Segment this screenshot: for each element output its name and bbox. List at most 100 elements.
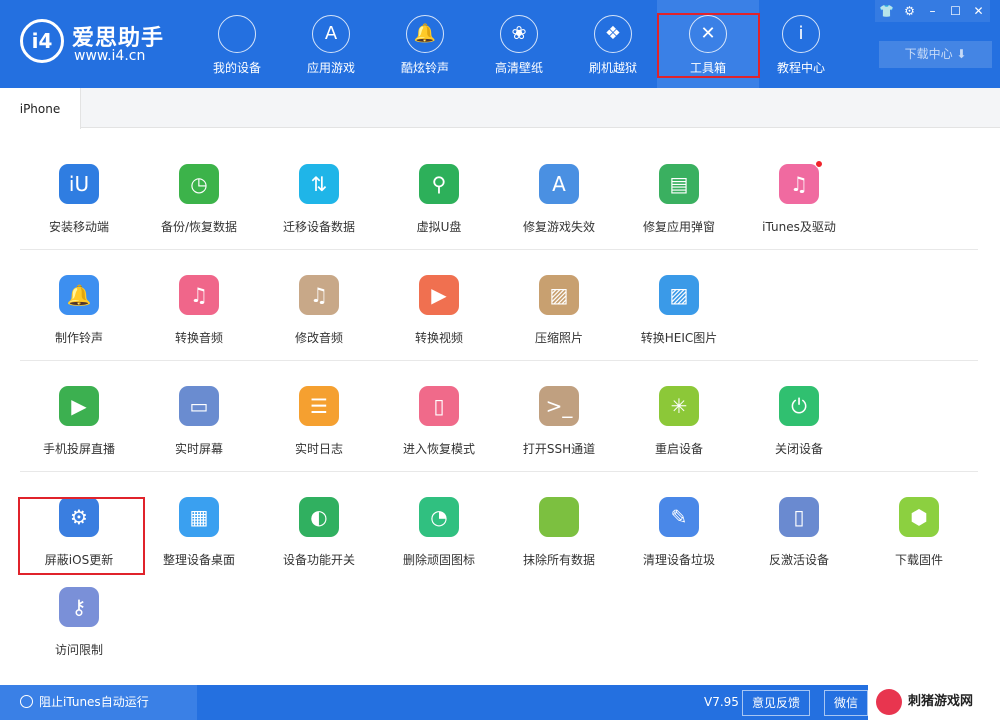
logo-mark: i4 [20, 19, 64, 63]
tool-label: 关闭设备 [774, 442, 823, 456]
row-divider [20, 471, 978, 472]
tool-label: 屏蔽iOS更新 [44, 553, 114, 567]
tool-icon: ✳ [659, 386, 699, 426]
tool-item[interactable]: ✎ 清理设备垃圾 [619, 497, 739, 577]
tool-icon: ⇅ [299, 164, 339, 204]
tool-item[interactable]: iU 安装移动端 [19, 164, 139, 244]
tool-item[interactable]: ⚙ 屏蔽iOS更新 [19, 497, 139, 577]
tool-glyph: ✳ [670, 394, 688, 418]
tool-item[interactable]: ⬢ 下载固件 [859, 497, 979, 577]
watermark-logo: 刺猪游戏网 [868, 684, 1000, 720]
tool-icon: ▶ [419, 275, 459, 315]
tool-item[interactable]: ⚲ 虚拟U盘 [379, 164, 499, 244]
tool-icon: ☰ [299, 386, 339, 426]
nav-label: 工具箱 [689, 61, 726, 75]
tool-icon: 🔔 [59, 275, 99, 315]
tool-icon: ♫ [779, 160, 823, 204]
tool-icon: ▨ [539, 275, 579, 315]
tool-item[interactable]: ▭ 实时屏幕 [139, 386, 259, 466]
tool-item[interactable]: ♫ 转换音频 [139, 275, 259, 355]
tool-icon: iU [59, 164, 99, 204]
nav-bell[interactable]: 🔔 酷炫铃声 [375, 0, 475, 88]
nav-info[interactable]: i 教程中心 [751, 0, 851, 88]
nav-flower[interactable]: ❀ 高清壁纸 [469, 0, 569, 88]
radio-icon [20, 695, 33, 708]
tool-item[interactable]: ▯ 进入恢复模式 [379, 386, 499, 466]
tool-item[interactable]: ▤ 修复应用弹窗 [619, 164, 739, 244]
tool-label: 设备功能开关 [282, 553, 355, 567]
tool-item[interactable]: ▨ 压缩照片 [499, 275, 619, 355]
nav-apple[interactable]: 我的设备 [187, 0, 287, 88]
tool-item[interactable]: ☰ 实时日志 [259, 386, 379, 466]
skin-button[interactable]: 👕 [875, 0, 898, 22]
wechat-button[interactable]: 微信 [824, 690, 869, 716]
tool-label: 删除顽固图标 [402, 553, 475, 567]
tool-icon: ▶ [59, 386, 99, 426]
gear-button[interactable]: ⚙ [898, 0, 921, 22]
tool-item[interactable]: A 修复游戏失效 [499, 164, 619, 244]
tool-icon: ♫ [179, 275, 219, 315]
device-tabs: iPhone [0, 88, 1000, 129]
tool-item[interactable]: ♫ 修改音频 [259, 275, 379, 355]
tool-icon: ♫ [299, 275, 339, 315]
tool-item[interactable]: 🔔 制作铃声 [19, 275, 139, 355]
tool-glyph: ▶ [71, 394, 87, 418]
logo-url: www.i4.cn [74, 48, 146, 64]
tool-item[interactable]: ◐ 设备功能开关 [259, 497, 379, 577]
tool-label: 迁移设备数据 [282, 220, 355, 234]
tool-label: 虚拟U盘 [416, 220, 462, 234]
tool-icon: >_ [539, 386, 579, 426]
tool-label: 打开SSH通道 [522, 442, 596, 456]
tab-iphone[interactable]: iPhone [0, 88, 81, 129]
minimize-button[interactable]: – [921, 0, 944, 22]
tool-icon: ⚲ [419, 164, 459, 204]
tool-glyph: ▭ [189, 394, 209, 418]
tool-glyph: ▨ [549, 283, 569, 307]
tool-item[interactable]: ◷ 备份/恢复数据 [139, 164, 259, 244]
box-icon: ❖ [594, 15, 632, 53]
tool-label: 访问限制 [54, 643, 103, 657]
nav-label: 应用游戏 [306, 61, 355, 75]
block-itunes-toggle[interactable]: 阻止iTunes自动运行 [0, 685, 197, 720]
tool-glyph: ⚲ [431, 172, 447, 196]
apple-icon [218, 15, 256, 53]
tool-label: 反激活设备 [768, 553, 829, 567]
tool-item[interactable]: ▦ 整理设备桌面 [139, 497, 259, 577]
tool-label: 备份/恢复数据 [160, 220, 238, 234]
feedback-button[interactable]: 意见反馈 [742, 690, 811, 716]
tool-item[interactable]: ▨ 转换HEIC图片 [619, 275, 739, 355]
nav-label: 我的设备 [212, 61, 261, 75]
nav-app-store[interactable]: A 应用游戏 [281, 0, 381, 88]
tool-label: 整理设备桌面 [162, 553, 235, 567]
notification-dot [815, 160, 823, 168]
tool-item[interactable]: 抹除所有数据 [499, 497, 619, 577]
tool-item[interactable]: ▯ 反激活设备 [739, 497, 859, 577]
tool-icon: ◔ [419, 497, 459, 537]
close-button[interactable]: ✕ [967, 0, 990, 22]
tool-item[interactable]: ✳ 重启设备 [619, 386, 739, 466]
tool-label: 修复应用弹窗 [642, 220, 715, 234]
tool-item[interactable]: ▶ 手机投屏直播 [19, 386, 139, 466]
tool-label: 转换视频 [414, 331, 463, 345]
download-center-button[interactable]: 下载中心 ⬇ [879, 41, 992, 68]
nav-tools[interactable]: ✕ 工具箱 [657, 0, 759, 88]
tool-item[interactable]: ⚷ 访问限制 [19, 587, 139, 667]
tool-glyph: ▯ [433, 394, 445, 418]
tool-glyph: ⚙ [70, 505, 88, 529]
tool-item[interactable]: >_ 打开SSH通道 [499, 386, 619, 466]
tool-icon [539, 497, 579, 537]
nav-box[interactable]: ❖ 刷机越狱 [563, 0, 663, 88]
tool-label: 下载固件 [894, 553, 943, 567]
tool-item[interactable]: ⇅ 迁移设备数据 [259, 164, 379, 244]
tool-item[interactable]: ⏻ 关闭设备 [739, 386, 859, 466]
tool-glyph: ▨ [669, 283, 689, 307]
tool-item[interactable]: ▶ 转换视频 [379, 275, 499, 355]
tool-item[interactable]: ◔ 删除顽固图标 [379, 497, 499, 577]
maximize-button[interactable]: ☐ [944, 0, 967, 22]
tool-item[interactable]: ♫ iTunes及驱动 [739, 160, 859, 244]
tool-glyph: ♫ [790, 172, 808, 196]
tool-icon: ▨ [659, 275, 699, 315]
tool-icon: ▤ [659, 164, 699, 204]
tool-label: 压缩照片 [534, 331, 583, 345]
tool-icon: ▦ [179, 497, 219, 537]
